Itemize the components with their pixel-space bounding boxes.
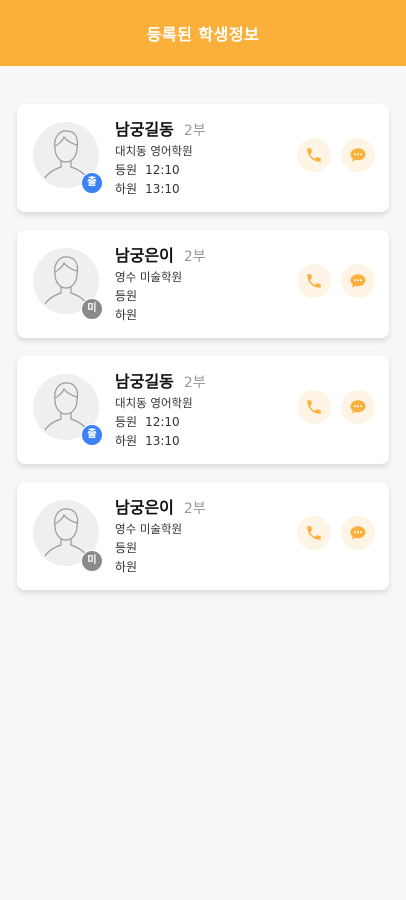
card-actions bbox=[297, 390, 375, 424]
arrive-time: 12:10 bbox=[145, 163, 180, 177]
arrive-label: 등원 bbox=[115, 415, 138, 429]
student-info: 남궁은이 2부 영수 미술학원 등원 하원 bbox=[115, 242, 206, 325]
name-row: 남궁길동 2부 bbox=[115, 368, 206, 392]
chat-icon bbox=[350, 526, 366, 540]
arrive-time: 12:10 bbox=[145, 415, 180, 429]
student-info: 남궁길동 2부 대치동 영어학원 등원 12:10 하원 13:10 bbox=[115, 116, 206, 199]
phone-icon bbox=[307, 148, 321, 162]
status-badge: 미 bbox=[81, 298, 103, 320]
leave-row: 하원 bbox=[115, 558, 206, 577]
academy-name: 대치동 영어학원 bbox=[115, 396, 193, 410]
arrive-label: 등원 bbox=[115, 289, 138, 303]
academy-name: 대치동 영어학원 bbox=[115, 144, 193, 158]
name-row: 남궁은이 2부 bbox=[115, 494, 206, 518]
leave-row: 하원 bbox=[115, 306, 206, 325]
student-name: 남궁은이 bbox=[115, 498, 174, 517]
academy-name: 영수 미술학원 bbox=[115, 270, 183, 284]
arrive-row: 등원 bbox=[115, 287, 206, 306]
student-card[interactable]: 출 남궁길동 2부 대치동 영어학원 등원 12:10 하원 13:10 bbox=[17, 356, 389, 464]
call-button[interactable] bbox=[297, 390, 331, 424]
card-actions bbox=[297, 264, 375, 298]
message-button[interactable] bbox=[341, 138, 375, 172]
status-badge: 출 bbox=[81, 172, 103, 194]
phone-icon bbox=[307, 400, 321, 414]
leave-time: 13:10 bbox=[145, 182, 180, 196]
name-row: 남궁길동 2부 bbox=[115, 116, 206, 140]
leave-label: 하원 bbox=[115, 308, 138, 322]
chat-icon bbox=[350, 400, 366, 414]
chat-icon bbox=[350, 148, 366, 162]
leave-label: 하원 bbox=[115, 434, 138, 448]
phone-icon bbox=[307, 274, 321, 288]
page-title: 등록된 학생정보 bbox=[146, 25, 260, 44]
call-button[interactable] bbox=[297, 516, 331, 550]
call-button[interactable] bbox=[297, 264, 331, 298]
app-header: 등록된 학생정보 bbox=[0, 0, 406, 66]
student-class: 2부 bbox=[183, 249, 206, 265]
message-button[interactable] bbox=[341, 390, 375, 424]
student-list: 출 남궁길동 2부 대치동 영어학원 등원 12:10 하원 13:10 미 남… bbox=[0, 66, 406, 590]
academy-name: 영수 미술학원 bbox=[115, 522, 183, 536]
student-name: 남궁길동 bbox=[115, 120, 174, 139]
leave-row: 하원 13:10 bbox=[115, 432, 206, 451]
student-info: 남궁길동 2부 대치동 영어학원 등원 12:10 하원 13:10 bbox=[115, 368, 206, 451]
student-card[interactable]: 출 남궁길동 2부 대치동 영어학원 등원 12:10 하원 13:10 bbox=[17, 104, 389, 212]
message-button[interactable] bbox=[341, 264, 375, 298]
student-class: 2부 bbox=[183, 501, 206, 517]
name-row: 남궁은이 2부 bbox=[115, 242, 206, 266]
leave-time: 13:10 bbox=[145, 434, 180, 448]
student-name: 남궁은이 bbox=[115, 246, 174, 265]
student-card[interactable]: 미 남궁은이 2부 영수 미술학원 등원 하원 bbox=[17, 230, 389, 338]
arrive-row: 등원 bbox=[115, 539, 206, 558]
call-button[interactable] bbox=[297, 138, 331, 172]
student-class: 2부 bbox=[183, 375, 206, 391]
card-actions bbox=[297, 138, 375, 172]
leave-label: 하원 bbox=[115, 182, 138, 196]
status-badge: 미 bbox=[81, 550, 103, 572]
student-name: 남궁길동 bbox=[115, 372, 174, 391]
chat-icon bbox=[350, 274, 366, 288]
arrive-label: 등원 bbox=[115, 541, 138, 555]
message-button[interactable] bbox=[341, 516, 375, 550]
leave-row: 하원 13:10 bbox=[115, 180, 206, 199]
arrive-row: 등원 12:10 bbox=[115, 161, 206, 180]
phone-icon bbox=[307, 526, 321, 540]
student-class: 2부 bbox=[183, 123, 206, 139]
student-info: 남궁은이 2부 영수 미술학원 등원 하원 bbox=[115, 494, 206, 577]
student-card[interactable]: 미 남궁은이 2부 영수 미술학원 등원 하원 bbox=[17, 482, 389, 590]
arrive-label: 등원 bbox=[115, 163, 138, 177]
status-badge: 출 bbox=[81, 424, 103, 446]
arrive-row: 등원 12:10 bbox=[115, 413, 206, 432]
leave-label: 하원 bbox=[115, 560, 138, 574]
card-actions bbox=[297, 516, 375, 550]
